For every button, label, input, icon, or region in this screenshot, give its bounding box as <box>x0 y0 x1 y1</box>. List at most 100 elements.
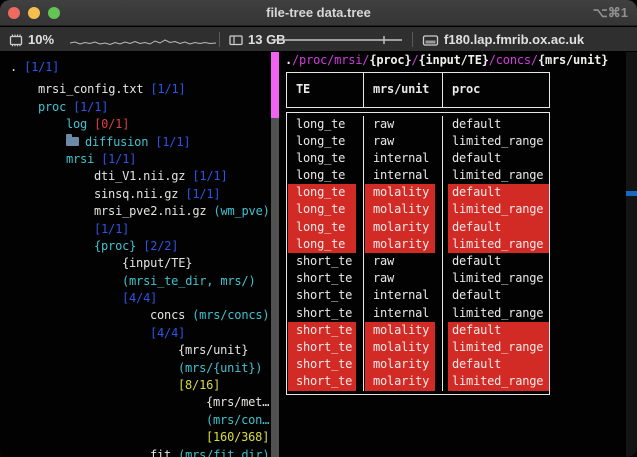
tree-row[interactable]: [8/16] <box>0 377 271 394</box>
tree-row-segment: {input/TE} <box>122 256 192 270</box>
tree-row[interactable]: [4/4] <box>0 325 271 342</box>
tree-row-segment: [160/368] <box>206 430 269 444</box>
table-cell[interactable]: long_te <box>287 201 364 218</box>
tree-row[interactable]: (mrs/con… <box>0 412 271 429</box>
minimize-button[interactable] <box>28 7 40 19</box>
tree-row[interactable]: (mrsi_te_dir, mrs/) <box>0 273 271 290</box>
tree-row[interactable]: log [0/1] <box>0 116 271 133</box>
table-panel: ./proc/mrsi/{proc}/{input/TE}/concs/{mrs… <box>279 52 625 457</box>
table-cell[interactable]: internal <box>364 305 443 322</box>
table-cell[interactable]: long_te <box>287 116 364 133</box>
table-cell[interactable]: default <box>443 184 549 201</box>
table-cell[interactable]: short_te <box>287 270 364 287</box>
tree-row[interactable]: (mrs/{unit}) <box>0 360 271 377</box>
tree-row[interactable]: [4/4] <box>0 290 271 307</box>
tree-scrollbar[interactable] <box>271 52 279 457</box>
table-cell[interactable]: molality <box>364 184 443 201</box>
table-column-header: TE <box>287 73 364 107</box>
table-cell[interactable]: raw <box>364 253 443 270</box>
tree-row[interactable]: mrsi [1/1] <box>0 151 271 168</box>
table-cell[interactable]: internal <box>364 167 443 184</box>
tree-row[interactable]: proc [1/1] <box>0 99 271 116</box>
cpu-sparkline <box>70 27 216 52</box>
table-cell[interactable]: default <box>443 150 549 167</box>
breadcrumb-segment: /proc/mrsi/ <box>292 53 369 67</box>
table-cell[interactable]: limited_range <box>443 305 549 322</box>
table-cell[interactable]: raw <box>364 133 443 150</box>
table-cell[interactable]: raw <box>364 116 443 133</box>
table-cell[interactable]: molarity <box>364 356 443 373</box>
status-bar: 10% 13 GB f180.lap.fmri <box>0 27 637 52</box>
table-cell[interactable]: default <box>443 287 549 304</box>
tree-row[interactable]: fit (mrs/fit_dir) <box>0 447 271 457</box>
table-cell[interactable]: raw <box>364 270 443 287</box>
folder-icon <box>66 137 79 146</box>
table-cell[interactable]: limited_range <box>443 167 549 184</box>
table-cell[interactable]: long_te <box>287 184 364 201</box>
tree-row[interactable]: diffusion [1/1] <box>0 134 271 151</box>
table-cell[interactable]: short_te <box>287 339 364 356</box>
table-cell[interactable]: short_te <box>287 287 364 304</box>
table-cell[interactable]: long_te <box>287 150 364 167</box>
hostname-label: f180.lap.fmrib.ox.ac.uk <box>444 27 584 52</box>
table-cell[interactable]: limited_range <box>443 373 549 390</box>
tree-row-segment: mrsi_config.txt <box>38 82 150 96</box>
table-cell[interactable]: molarity <box>364 236 443 253</box>
tree-row[interactable]: concs (mrs/concs) <box>0 307 271 324</box>
tree-row[interactable]: [1/1] <box>0 221 271 238</box>
table-cell[interactable]: molality <box>364 339 443 356</box>
table-header: TEmrs/unitproc <box>286 72 550 108</box>
table-cell[interactable]: long_te <box>287 133 364 150</box>
zoom-button[interactable] <box>48 7 60 19</box>
tree-row[interactable]: {mrs/unit} <box>0 342 271 359</box>
table-cell[interactable]: default <box>443 322 549 339</box>
table-cell[interactable]: molality <box>364 201 443 218</box>
tree-row[interactable]: mrsi_pve2.nii.gz (wm_pve) <box>0 203 271 220</box>
tree-row[interactable]: . [1/1] <box>0 59 271 76</box>
table-cell[interactable]: limited_range <box>443 339 549 356</box>
table-cell[interactable]: long_te <box>287 167 364 184</box>
table-cell[interactable]: default <box>443 219 549 236</box>
traffic-lights <box>8 7 60 19</box>
table-cell[interactable]: molarity <box>364 219 443 236</box>
table-cell[interactable]: limited_range <box>443 133 549 150</box>
table-body: long_terawdefaultlong_terawlimited_range… <box>286 112 550 395</box>
table-cell[interactable]: internal <box>364 287 443 304</box>
table-cell[interactable]: internal <box>364 150 443 167</box>
table-cell[interactable]: short_te <box>287 253 364 270</box>
table-cell[interactable]: default <box>443 253 549 270</box>
table-scrollbar-marker[interactable] <box>626 191 637 196</box>
tree-row[interactable]: [160/368] <box>0 429 271 446</box>
table-cell[interactable]: short_te <box>287 305 364 322</box>
display-icon <box>422 27 439 52</box>
table-cell[interactable]: molality <box>364 322 443 339</box>
tree-row-segment: (mrs/{unit}) <box>178 361 262 375</box>
tree-row[interactable]: dti_V1.nii.gz [1/1] <box>0 168 271 185</box>
tree-row-segment: (mrsi_te_dir, mrs/) <box>122 274 255 288</box>
table-cell[interactable]: molarity <box>364 373 443 390</box>
table-cell[interactable]: limited_range <box>443 201 549 218</box>
table-cell[interactable]: limited_range <box>443 236 549 253</box>
tree-scrollbar-track[interactable] <box>271 118 279 457</box>
tree-row[interactable]: {mrs/met… <box>0 394 271 411</box>
window-shortcut-hint: ⌥⌘1 <box>593 5 628 21</box>
table-cell[interactable]: short_te <box>287 373 364 390</box>
table-cell[interactable]: default <box>443 116 549 133</box>
tree-row[interactable]: {proc} [2/2] <box>0 238 271 255</box>
table-cell[interactable]: short_te <box>287 356 364 373</box>
table-cell[interactable]: long_te <box>287 219 364 236</box>
tree-row-segment: [1/1] <box>155 135 190 149</box>
table-cell[interactable]: long_te <box>287 236 364 253</box>
table-cell[interactable]: default <box>443 356 549 373</box>
tree-row-segment: sinsq.nii.gz <box>94 187 185 201</box>
tree-row[interactable]: sinsq.nii.gz [1/1] <box>0 186 271 203</box>
table-cell[interactable]: short_te <box>287 322 364 339</box>
table-scrollbar[interactable] <box>625 52 637 457</box>
cpu-percent-label: 10% <box>28 27 54 52</box>
tree-scrollbar-thumb[interactable] <box>271 52 279 118</box>
tree-row[interactable]: {input/TE} <box>0 255 271 272</box>
tree-row[interactable]: mrsi_config.txt [1/1] <box>0 81 271 98</box>
table-cell[interactable]: limited_range <box>443 270 549 287</box>
title-bar[interactable]: file-tree data.tree ⌥⌘1 <box>0 0 637 26</box>
close-button[interactable] <box>8 7 20 19</box>
